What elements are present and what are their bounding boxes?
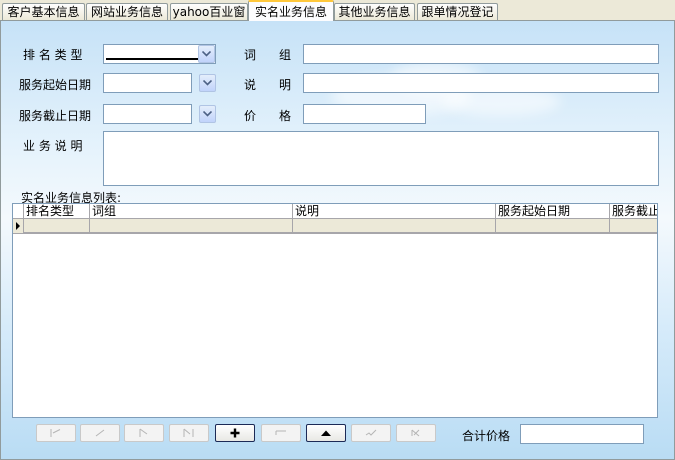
business-desc-textarea[interactable] — [103, 131, 659, 186]
start-date-label: 服务起始日期 — [19, 78, 92, 92]
plus-icon — [230, 428, 240, 438]
row-indicator — [13, 219, 24, 233]
table-cell[interactable] — [90, 219, 293, 233]
total-price-input[interactable] — [520, 424, 644, 444]
first-record-button[interactable] — [36, 424, 76, 442]
end-date-field[interactable] — [103, 104, 192, 124]
current-row-arrow-icon — [16, 222, 20, 230]
business-desc-label: 业 务 说 明 — [23, 139, 83, 153]
table-cell[interactable] — [496, 219, 610, 233]
up-triangle-icon — [321, 430, 331, 436]
grid-header-indicator — [13, 204, 24, 219]
column-header-end-date[interactable]: 服务截止 — [610, 204, 657, 219]
tab-followup[interactable]: 跟单情况登记 — [417, 3, 498, 20]
post-record-button[interactable] — [351, 424, 391, 442]
table-cell[interactable] — [24, 219, 90, 233]
tab-label: 客户基本信息 — [7, 5, 80, 19]
next-record-button[interactable] — [124, 424, 164, 442]
tab-strip: 客户基本信息 网站业务信息 yahoo百业窗 实名业务信息 其他业务信息 跟单情… — [0, 0, 675, 22]
column-header-phrase[interactable]: 词组 — [90, 204, 293, 219]
rank-type-label: 排 名 类 型 — [23, 48, 83, 62]
tab-label: 跟单情况登记 — [421, 5, 494, 19]
column-header-description[interactable]: 说明 — [293, 204, 496, 219]
chevron-down-icon[interactable] — [199, 74, 216, 92]
prior-record-button[interactable] — [80, 424, 120, 442]
start-date-picker[interactable] — [103, 73, 217, 93]
tab-panel: 排 名 类 型 词组 服务起始日期 说明 服务截止日期 价格 业 务 说 明 实… — [0, 20, 675, 460]
tab-label: yahoo百业窗 — [172, 5, 246, 19]
minus-icon — [275, 430, 286, 435]
record-navigator: 合计价格 — [12, 419, 658, 455]
tab-realname-business[interactable]: 实名业务信息 — [248, 0, 334, 21]
chevron-down-icon[interactable] — [199, 105, 216, 123]
check-icon — [365, 429, 377, 436]
insert-record-button[interactable] — [215, 424, 255, 442]
column-header-start-date[interactable]: 服务起始日期 — [496, 204, 610, 219]
table-cell[interactable] — [293, 219, 496, 233]
table-row[interactable] — [13, 219, 657, 234]
tab-label: 网站业务信息 — [90, 5, 163, 19]
rank-type-select[interactable] — [103, 44, 216, 64]
column-header-rank-type[interactable]: 排名类型 — [24, 204, 90, 219]
tab-website-business[interactable]: 网站业务信息 — [86, 3, 168, 20]
tab-label: 其他业务信息 — [338, 5, 411, 19]
edit-record-button[interactable] — [306, 424, 346, 442]
last-record-button[interactable] — [169, 424, 209, 442]
start-date-field[interactable] — [103, 73, 192, 93]
chevron-down-icon[interactable] — [198, 45, 215, 63]
cancel-record-button[interactable] — [396, 424, 436, 442]
prior-record-icon — [95, 429, 105, 437]
next-record-icon — [139, 428, 148, 437]
end-date-label: 服务截止日期 — [19, 109, 92, 123]
tab-other-business[interactable]: 其他业务信息 — [334, 3, 415, 20]
tab-label: 实名业务信息 — [254, 5, 327, 19]
tab-customer-basic[interactable]: 客户基本信息 — [2, 3, 85, 20]
data-grid[interactable]: 排名类型 词组 说明 服务起始日期 服务截止 — [12, 203, 658, 418]
table-cell[interactable] — [610, 219, 657, 233]
phrase-input[interactable] — [303, 44, 659, 64]
x-icon — [411, 429, 420, 437]
total-price-label: 合计价格 — [462, 429, 511, 443]
last-record-icon — [183, 428, 194, 437]
delete-record-button[interactable] — [261, 424, 301, 442]
description-input[interactable] — [303, 73, 659, 93]
price-input[interactable] — [303, 104, 426, 124]
end-date-picker[interactable] — [103, 104, 217, 124]
first-record-icon — [50, 429, 61, 437]
grid-header: 排名类型 词组 说明 服务起始日期 服务截止 — [13, 204, 657, 219]
tab-yahoo[interactable]: yahoo百业窗 — [170, 3, 248, 20]
